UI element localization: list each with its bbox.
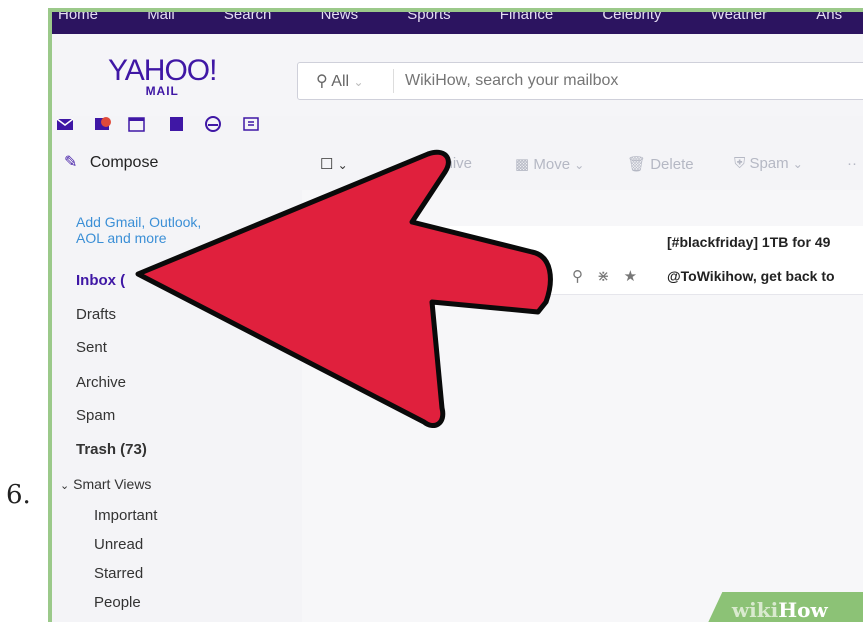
move-button[interactable]: ▩ Move ⌄: [515, 155, 584, 173]
more-button[interactable]: ··: [847, 155, 857, 172]
nav-sports[interactable]: Sports: [407, 12, 450, 23]
screenshot-frame: Home Mail Search News Sports Finance Cel…: [48, 8, 863, 622]
search-scope-dropdown[interactable]: ⚲ All ⌄: [316, 71, 364, 91]
add-accounts-link[interactable]: Add Gmail, Outlook, AOL and more: [76, 214, 201, 246]
nav-search[interactable]: Search: [224, 12, 272, 23]
calendar-icon[interactable]: [128, 116, 146, 132]
mail-icon[interactable]: [56, 116, 74, 132]
smart-views-label: Smart Views: [73, 476, 152, 492]
nav-answers[interactable]: Ans: [816, 12, 842, 23]
contacts-icon[interactable]: [94, 116, 112, 132]
sidebar: ✎ Compose Add Gmail, Outlook, AOL and mo…: [52, 140, 302, 622]
move-label: Move: [533, 156, 571, 173]
message-subject: @ToWikihow, get back to: [667, 268, 835, 284]
chevron-down-icon: ⌄: [60, 480, 70, 492]
message-row[interactable]: ⚲⋇★ @ToWikihow, get back to: [302, 260, 863, 295]
wikihow-watermark: wikiHow: [703, 592, 863, 622]
nav-mail[interactable]: Mail: [147, 12, 175, 23]
logo-brand: YAHOO!: [108, 54, 217, 87]
add-accounts-line1: Add Gmail, Outlook,: [76, 214, 202, 230]
chevron-down-icon: ⌄: [353, 75, 364, 89]
trash-icon[interactable]: ⋇: [597, 268, 624, 285]
search-icon: ⚲: [316, 73, 328, 90]
watermark-how: How: [778, 598, 828, 622]
shield-icon: ⛨: [734, 155, 746, 172]
folder-inbox[interactable]: Inbox (: [76, 272, 125, 289]
watermark-wiki: wiki: [731, 598, 779, 622]
smart-view-important[interactable]: Important: [94, 507, 157, 524]
chevron-down-icon: ⌄: [792, 157, 803, 171]
folder-sent[interactable]: Sent: [76, 339, 107, 356]
message-toolbar: ☐ ⌄ Archive ▩ Move ⌄ 🗑 Delete ⛨ Spam ⌄ ·…: [302, 140, 863, 190]
chevron-down-icon: ⌄: [574, 158, 585, 172]
nav-celebrity[interactable]: Celebrity: [602, 12, 661, 23]
message-list: Memopal [#blackfriday] 1TB for 49 ⚲⋇★ @T…: [302, 190, 863, 622]
spam-label: Spam: [749, 155, 789, 172]
smart-view-people[interactable]: People: [94, 594, 141, 611]
row-actions: ⚲⋇★: [572, 267, 651, 285]
add-accounts-line2: AOL and more: [76, 230, 167, 246]
nav-finance[interactable]: Finance: [500, 12, 553, 23]
select-all-checkbox[interactable]: ☐ ⌄: [320, 155, 348, 173]
nav-home[interactable]: Home: [58, 12, 98, 23]
top-navigation-bar: Home Mail Search News Sports Finance Cel…: [52, 12, 863, 34]
message-subject: [#blackfriday] 1TB for 49: [667, 234, 831, 250]
chevron-down-icon: ⌄: [337, 158, 348, 172]
trash-icon: 🗑: [627, 156, 647, 173]
smart-view-unread[interactable]: Unread: [94, 536, 143, 553]
search-input[interactable]: [403, 67, 863, 95]
nav-weather[interactable]: Weather: [711, 12, 767, 23]
yahoo-mail-screen: Home Mail Search News Sports Finance Cel…: [52, 12, 863, 622]
yahoo-mail-logo[interactable]: YAHOO! MAIL: [108, 54, 217, 98]
search-scope-label: All: [331, 73, 350, 90]
archive-button[interactable]: Archive: [422, 155, 472, 172]
folder-drafts[interactable]: Drafts: [76, 306, 116, 323]
search-icon[interactable]: ⚲: [572, 268, 597, 285]
folder-spam[interactable]: Spam: [76, 407, 115, 424]
notepad-icon[interactable]: [168, 116, 186, 132]
search-box: ⚲ All ⌄: [297, 62, 863, 100]
pencil-icon: ✎: [64, 154, 78, 171]
folder-trash[interactable]: Trash (73): [76, 441, 147, 458]
folder-icon: ▩: [515, 156, 530, 173]
delete-button[interactable]: 🗑 Delete: [627, 155, 694, 173]
compose-label: Compose: [89, 154, 159, 171]
mail-header: YAHOO! MAIL ⚲ All ⌄: [52, 34, 863, 116]
news-icon[interactable]: [242, 116, 260, 132]
folder-archive[interactable]: Archive: [76, 374, 126, 391]
message-sender: Memopal: [412, 234, 473, 250]
nav-news[interactable]: News: [321, 12, 359, 23]
archive-label: Archive: [422, 155, 473, 172]
compose-button[interactable]: ✎ Compose: [64, 152, 158, 172]
smart-view-starred[interactable]: Starred: [94, 565, 143, 582]
smart-views-toggle[interactable]: ⌄ Smart Views: [60, 476, 151, 492]
delete-label: Delete: [650, 156, 694, 173]
search-divider: [393, 69, 394, 93]
spam-button[interactable]: ⛨ Spam ⌄: [734, 155, 803, 172]
message-row[interactable]: Memopal [#blackfriday] 1TB for 49: [302, 226, 863, 261]
step-number: 6.: [6, 480, 31, 510]
star-icon[interactable]: ★: [624, 268, 651, 285]
messenger-icon[interactable]: [204, 116, 222, 132]
